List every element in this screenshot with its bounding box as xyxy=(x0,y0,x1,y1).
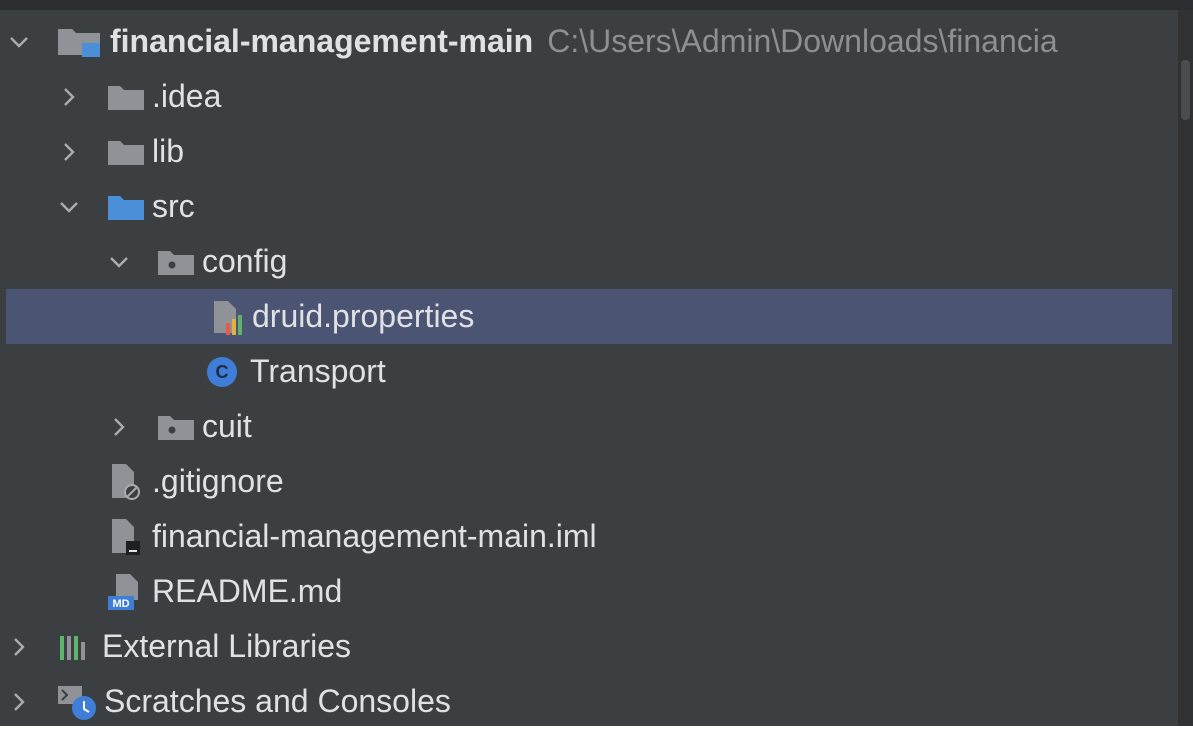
scratches-icon xyxy=(56,682,98,722)
chevron-down-icon[interactable] xyxy=(106,249,132,275)
tree-row-druid-properties[interactable]: druid.properties xyxy=(6,289,1172,344)
tree-row-root[interactable]: financial-management-main C:\Users\Admin… xyxy=(6,14,1172,69)
markdown-file-icon: MD xyxy=(106,572,146,612)
md-badge-text: MD xyxy=(112,598,129,610)
folder-icon xyxy=(106,82,146,112)
tree-row-cuit[interactable]: cuit xyxy=(6,399,1178,454)
tree-row-idea[interactable]: .idea xyxy=(6,69,1178,124)
tree-row-scratches[interactable]: Scratches and Consoles xyxy=(6,674,1172,726)
scrollbar-thumb[interactable] xyxy=(1181,60,1190,120)
tree-item-label: .idea xyxy=(152,78,222,114)
chevron-right-icon[interactable] xyxy=(6,634,32,660)
tree-item-label: .gitignore xyxy=(152,463,284,499)
project-tree[interactable]: financial-management-main C:\Users\Admin… xyxy=(0,10,1178,726)
tree-row-config[interactable]: config xyxy=(6,234,1178,289)
tree-row-src[interactable]: src xyxy=(6,179,1178,234)
tree-row-gitignore[interactable]: .gitignore xyxy=(6,454,1178,509)
tree-item-label: cuit xyxy=(202,408,252,444)
tree-item-label: druid.properties xyxy=(252,298,475,334)
source-folder-icon xyxy=(106,192,146,222)
tree-item-label: Scratches and Consoles xyxy=(104,683,451,719)
tree-item-label: financial-management-main.iml xyxy=(152,518,597,554)
chevron-down-icon[interactable] xyxy=(56,194,82,220)
project-path: C:\Users\Admin\Downloads\financia xyxy=(547,23,1058,59)
tree-row-external-libraries[interactable]: External Libraries xyxy=(6,619,1172,674)
package-icon xyxy=(156,412,196,442)
tree-item-label: src xyxy=(152,188,195,224)
tree-item-label: Transport xyxy=(250,353,386,389)
tree-item-label: lib xyxy=(152,133,185,169)
tree-row-readme[interactable]: MD README.md xyxy=(6,564,1178,619)
chevron-down-icon[interactable] xyxy=(6,29,32,55)
tree-row-transport[interactable]: C Transport xyxy=(6,344,1172,399)
class-badge-letter: C xyxy=(216,362,229,382)
chevron-right-icon[interactable] xyxy=(56,139,82,165)
chevron-right-icon[interactable] xyxy=(106,414,132,440)
module-file-icon xyxy=(106,517,146,557)
tree-row-iml[interactable]: financial-management-main.iml xyxy=(6,509,1178,564)
folder-icon xyxy=(106,137,146,167)
chevron-right-icon[interactable] xyxy=(6,689,32,715)
chevron-right-icon[interactable] xyxy=(56,84,82,110)
module-folder-icon xyxy=(56,25,104,59)
project-name: financial-management-main xyxy=(110,23,534,59)
class-icon: C xyxy=(206,356,238,388)
vertical-scrollbar[interactable] xyxy=(1178,10,1193,726)
bottom-border xyxy=(0,726,1193,731)
tree-item-label: External Libraries xyxy=(102,628,351,664)
tree-item-label: config xyxy=(202,243,288,279)
ignored-file-icon xyxy=(106,462,146,502)
tree-row-lib[interactable]: lib xyxy=(6,124,1178,179)
tree-item-label: README.md xyxy=(152,573,343,609)
library-icon xyxy=(56,632,96,662)
package-icon xyxy=(156,247,196,277)
properties-file-icon xyxy=(206,297,246,337)
